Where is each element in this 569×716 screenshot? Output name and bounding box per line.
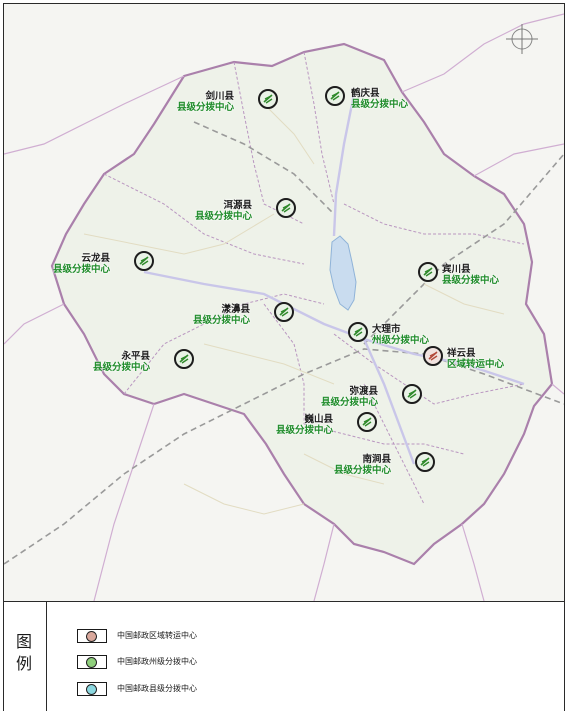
- hub-kind: 县级分拨中心: [192, 315, 250, 326]
- postal-hub-icon: [274, 302, 294, 322]
- legend: 图 例 中国邮政区域转运中心 中国邮政州级分拨中心 中国邮政县级分拨中心: [4, 601, 564, 711]
- hub-kind: 县级分拨中心: [52, 264, 110, 275]
- north-arrow-icon: [506, 24, 538, 54]
- hub-kind: 县级分拨中心: [333, 465, 391, 476]
- postal-hub-icon: [423, 346, 443, 366]
- postal-hub-icon: [325, 86, 345, 106]
- legend-title-char-1: 图: [16, 632, 33, 651]
- postal-hub-icon: [402, 384, 422, 404]
- postal-hub-icon: [357, 412, 377, 432]
- legend-title: 图 例: [4, 602, 47, 711]
- county-hub-swatch-icon: [77, 682, 107, 696]
- map-area: 剑川县 县级分拨中心 鹤庆县 县级分拨中心 洱源县 县级分拨中心 云龙县 县级分拨中心 宾川县县…: [4, 4, 564, 601]
- postal-hub-icon: [134, 251, 154, 271]
- postal-hub-icon: [276, 198, 296, 218]
- legend-label: 中国邮政县级分拨中心: [117, 684, 197, 693]
- legend-label: 中国邮政州级分拨中心: [117, 657, 197, 666]
- hub-kind: 州级分拨中心: [372, 335, 430, 346]
- region-hub-swatch-icon: [77, 629, 107, 643]
- hub-kind: 县级分拨中心: [176, 102, 234, 113]
- hub-kind: 县级分拨中心: [320, 397, 378, 408]
- hub-kind: 县级分拨中心: [194, 211, 252, 222]
- legend-title-char-2: 例: [16, 654, 33, 673]
- prefecture-hub-swatch-icon: [77, 655, 107, 669]
- postal-hub-icon: [174, 349, 194, 369]
- postal-hub-icon: [258, 89, 278, 109]
- postal-hub-icon: [418, 262, 438, 282]
- hub-kind: 县级分拨中心: [442, 275, 500, 286]
- map-figure: 剑川县 县级分拨中心 鹤庆县 县级分拨中心 洱源县 县级分拨中心 云龙县 县级分拨中心 宾川县县…: [3, 3, 565, 711]
- postal-hub-icon: [348, 322, 368, 342]
- legend-label: 中国邮政区域转运中心: [117, 631, 197, 640]
- hub-kind: 县级分拨中心: [351, 99, 409, 110]
- hub-kind: 县级分拨中心: [92, 362, 150, 373]
- postal-hub-icon: [415, 452, 435, 472]
- hub-kind: 区域转运中心: [447, 359, 505, 370]
- hub-kind: 县级分拨中心: [275, 425, 333, 436]
